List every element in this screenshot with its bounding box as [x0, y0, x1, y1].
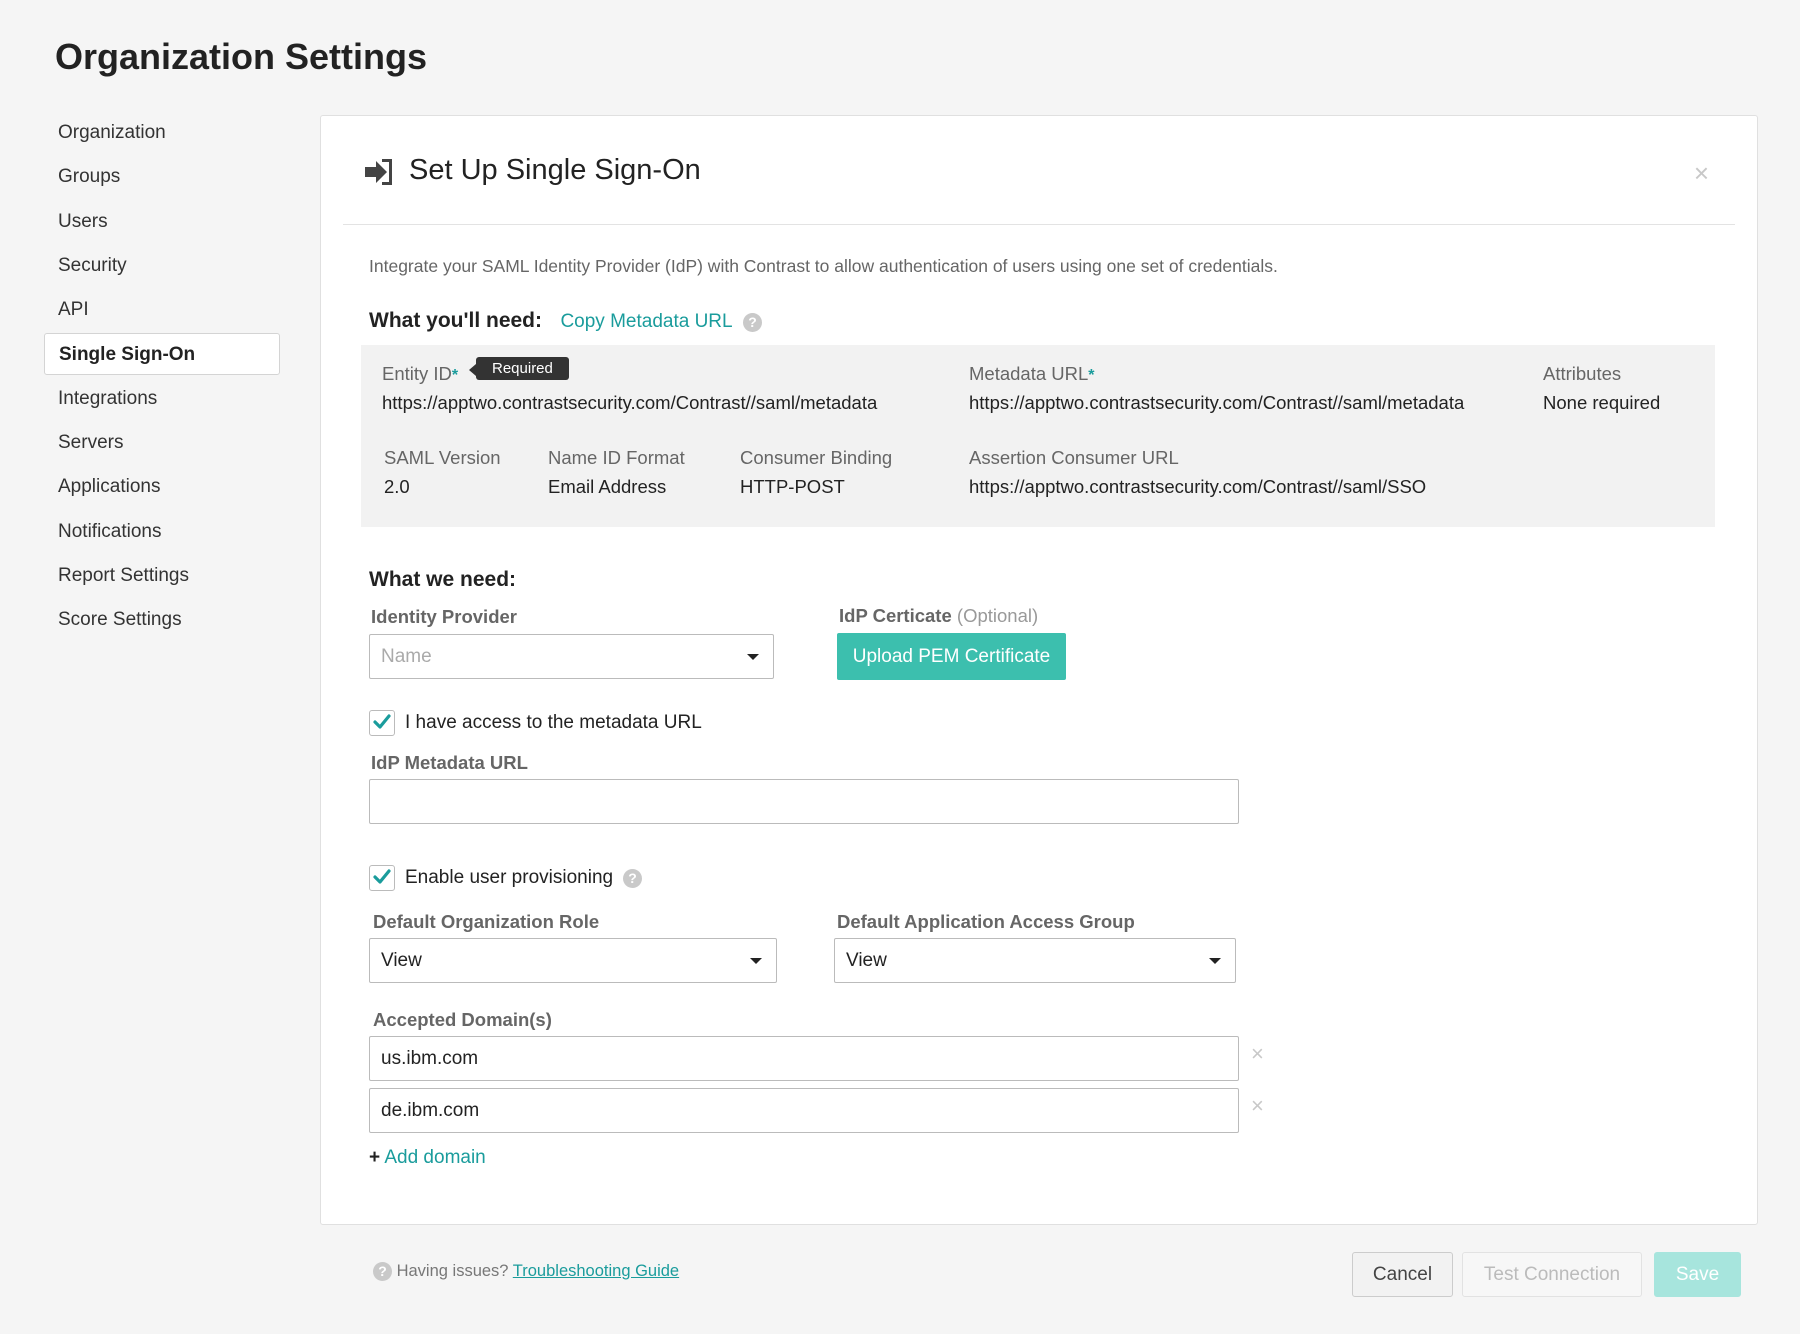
chevron-down-icon: [1209, 958, 1221, 964]
identity-provider-label: Identity Provider: [371, 606, 517, 627]
default-app-group-value: View: [846, 950, 887, 971]
optional-hint: (Optional): [956, 605, 1039, 626]
settings-sidebar: Organization Groups Users Security API S…: [44, 112, 280, 644]
sidebar-item-integrations[interactable]: Integrations: [44, 378, 280, 420]
checkmark-icon: [373, 869, 391, 884]
attributes-label: Attributes: [1543, 363, 1622, 384]
what-you-need-row: What you'll need: Copy Metadata URL ?: [369, 309, 763, 333]
sidebar-item-security[interactable]: Security: [44, 245, 280, 287]
panel-title: Set Up Single Sign-On: [409, 154, 701, 186]
identity-provider-select[interactable]: Name: [369, 634, 774, 679]
add-domain-link[interactable]: + Add domain: [369, 1147, 486, 1169]
accepted-domain-input[interactable]: de.ibm.com: [369, 1088, 1239, 1133]
provisioning-row: Enable user provisioning ?: [369, 865, 643, 891]
metadata-url-value: https://apptwo.contrastsecurity.com/Cont…: [969, 392, 1465, 413]
what-we-need-heading: What we need:: [369, 568, 517, 591]
help-text: Having issues?: [396, 1262, 509, 1280]
sidebar-item-api[interactable]: API: [44, 289, 280, 331]
entity-id-label: Entity ID: [382, 363, 452, 384]
idp-certificate-label-row: IdP Certicate (Optional): [839, 605, 1038, 627]
metadata-access-label: I have access to the metadata URL: [405, 712, 702, 733]
close-icon[interactable]: ×: [1694, 158, 1709, 189]
add-domain-label: Add domain: [384, 1147, 486, 1168]
idp-metadata-url-label: IdP Metadata URL: [371, 752, 528, 773]
entity-id-label-row: Entity ID*: [382, 363, 458, 385]
identity-provider-placeholder: Name: [381, 646, 432, 667]
sidebar-item-single-sign-on[interactable]: Single Sign-On: [44, 333, 280, 376]
save-button[interactable]: Save: [1654, 1252, 1741, 1297]
help-icon[interactable]: ?: [743, 313, 763, 333]
provisioning-label: Enable user provisioning: [405, 867, 614, 888]
page-title: Organization Settings: [55, 36, 428, 77]
header-divider: [343, 224, 1735, 225]
copy-metadata-url-link[interactable]: Copy Metadata URL: [560, 311, 732, 332]
sidebar-item-users[interactable]: Users: [44, 201, 280, 243]
default-org-role-value: View: [381, 950, 422, 971]
consumer-binding-value: HTTP-POST: [740, 476, 845, 497]
accepted-domain-input[interactable]: us.ibm.com: [369, 1036, 1239, 1081]
default-app-group-select[interactable]: View: [834, 938, 1236, 983]
accepted-domains-label: Accepted Domain(s): [373, 1009, 552, 1030]
acs-url-label: Assertion Consumer URL: [969, 447, 1179, 468]
sso-setup-panel: Set Up Single Sign-On × Integrate your S…: [320, 115, 1758, 1225]
required-tooltip: Required: [469, 357, 569, 380]
sidebar-item-score-settings[interactable]: Score Settings: [44, 599, 280, 641]
remove-domain-icon[interactable]: ×: [1251, 1093, 1264, 1119]
idp-certificate-label: IdP Certicate: [839, 605, 952, 626]
help-icon: ?: [373, 1262, 392, 1282]
default-app-group-label: Default Application Access Group: [837, 911, 1135, 932]
metadata-url-label: Metadata URL: [969, 363, 1089, 384]
attributes-value: None required: [1543, 392, 1661, 413]
remove-domain-icon[interactable]: ×: [1251, 1041, 1264, 1067]
chevron-down-icon: [747, 654, 759, 660]
cancel-button[interactable]: Cancel: [1352, 1252, 1453, 1297]
sidebar-item-report-settings[interactable]: Report Settings: [44, 555, 280, 597]
plus-icon: +: [369, 1147, 381, 1168]
idp-metadata-url-input[interactable]: [369, 779, 1239, 824]
name-id-format-value: Email Address: [548, 476, 667, 497]
sidebar-item-notifications[interactable]: Notifications: [44, 511, 280, 553]
sidebar-item-groups[interactable]: Groups: [44, 156, 280, 198]
entity-id-value: https://apptwo.contrastsecurity.com/Cont…: [382, 392, 878, 413]
acs-url-value: https://apptwo.contrastsecurity.com/Cont…: [969, 476, 1427, 497]
saml-version-value: 2.0: [384, 476, 410, 497]
sidebar-item-applications[interactable]: Applications: [44, 466, 280, 508]
help-icon[interactable]: ?: [623, 868, 643, 888]
test-connection-button[interactable]: Test Connection: [1462, 1252, 1642, 1297]
provisioning-checkbox[interactable]: [369, 865, 395, 891]
metadata-access-checkbox[interactable]: [369, 710, 395, 736]
sidebar-item-organization[interactable]: Organization: [44, 112, 280, 154]
intro-text: Integrate your SAML Identity Provider (I…: [369, 256, 1278, 276]
name-id-format-label: Name ID Format: [548, 447, 685, 468]
what-you-need-heading: What you'll need:: [369, 309, 542, 332]
panel-header: Set Up Single Sign-On ×: [321, 116, 1757, 224]
troubleshooting-guide-link[interactable]: Troubleshooting Guide: [513, 1262, 679, 1280]
metadata-access-row: I have access to the metadata URL: [369, 710, 702, 736]
consumer-binding-label: Consumer Binding: [740, 447, 893, 468]
required-asterisk: *: [1088, 367, 1095, 384]
saml-version-label: SAML Version: [384, 447, 501, 468]
default-org-role-select[interactable]: View: [369, 938, 777, 983]
required-asterisk: *: [451, 367, 459, 384]
default-org-role-label: Default Organization Role: [373, 911, 600, 932]
metadata-url-label-row: Metadata URL*: [969, 363, 1095, 385]
sp-info-box: Entity ID* Required https://apptwo.contr…: [361, 345, 1715, 527]
chevron-down-icon: [750, 958, 762, 964]
checkmark-icon: [373, 714, 391, 729]
sign-in-icon: [363, 156, 395, 188]
footer-help: ? Having issues? Troubleshooting Guide: [373, 1262, 679, 1282]
upload-pem-certificate-button[interactable]: Upload PEM Certificate: [837, 633, 1066, 680]
sidebar-item-servers[interactable]: Servers: [44, 422, 280, 464]
